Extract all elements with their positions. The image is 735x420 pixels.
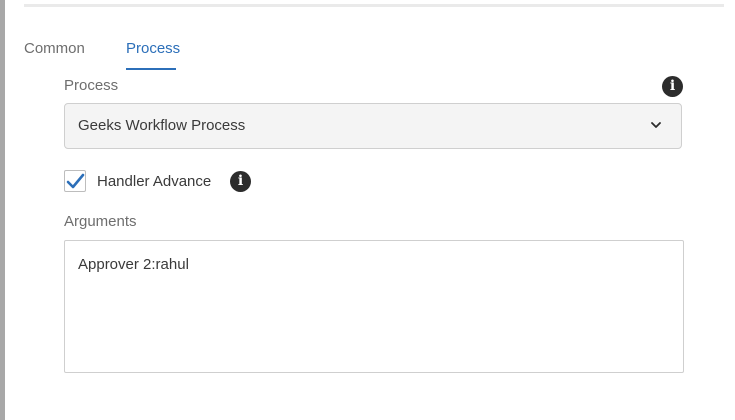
info-icon[interactable]: i bbox=[662, 76, 683, 97]
handler-advance-checkbox[interactable] bbox=[64, 170, 86, 192]
process-label: Process bbox=[64, 77, 119, 94]
arguments-label: Arguments bbox=[64, 213, 137, 230]
tab-process[interactable]: Process bbox=[126, 38, 180, 60]
top-divider bbox=[24, 4, 724, 7]
arguments-value: Approver 2:rahul bbox=[78, 256, 189, 273]
info-icon[interactable]: i bbox=[230, 171, 251, 192]
checkmark-icon bbox=[66, 173, 85, 189]
tab-common[interactable]: Common bbox=[24, 38, 85, 60]
chevron-down-icon bbox=[651, 122, 661, 128]
arguments-textarea[interactable]: Approver 2:rahul bbox=[64, 240, 684, 373]
process-select-value: Geeks Workflow Process bbox=[78, 117, 246, 134]
tab-process-underline bbox=[126, 68, 176, 70]
left-rail bbox=[0, 0, 5, 420]
process-select[interactable]: Geeks Workflow Process bbox=[64, 103, 682, 149]
handler-advance-label[interactable]: Handler Advance bbox=[97, 173, 211, 190]
